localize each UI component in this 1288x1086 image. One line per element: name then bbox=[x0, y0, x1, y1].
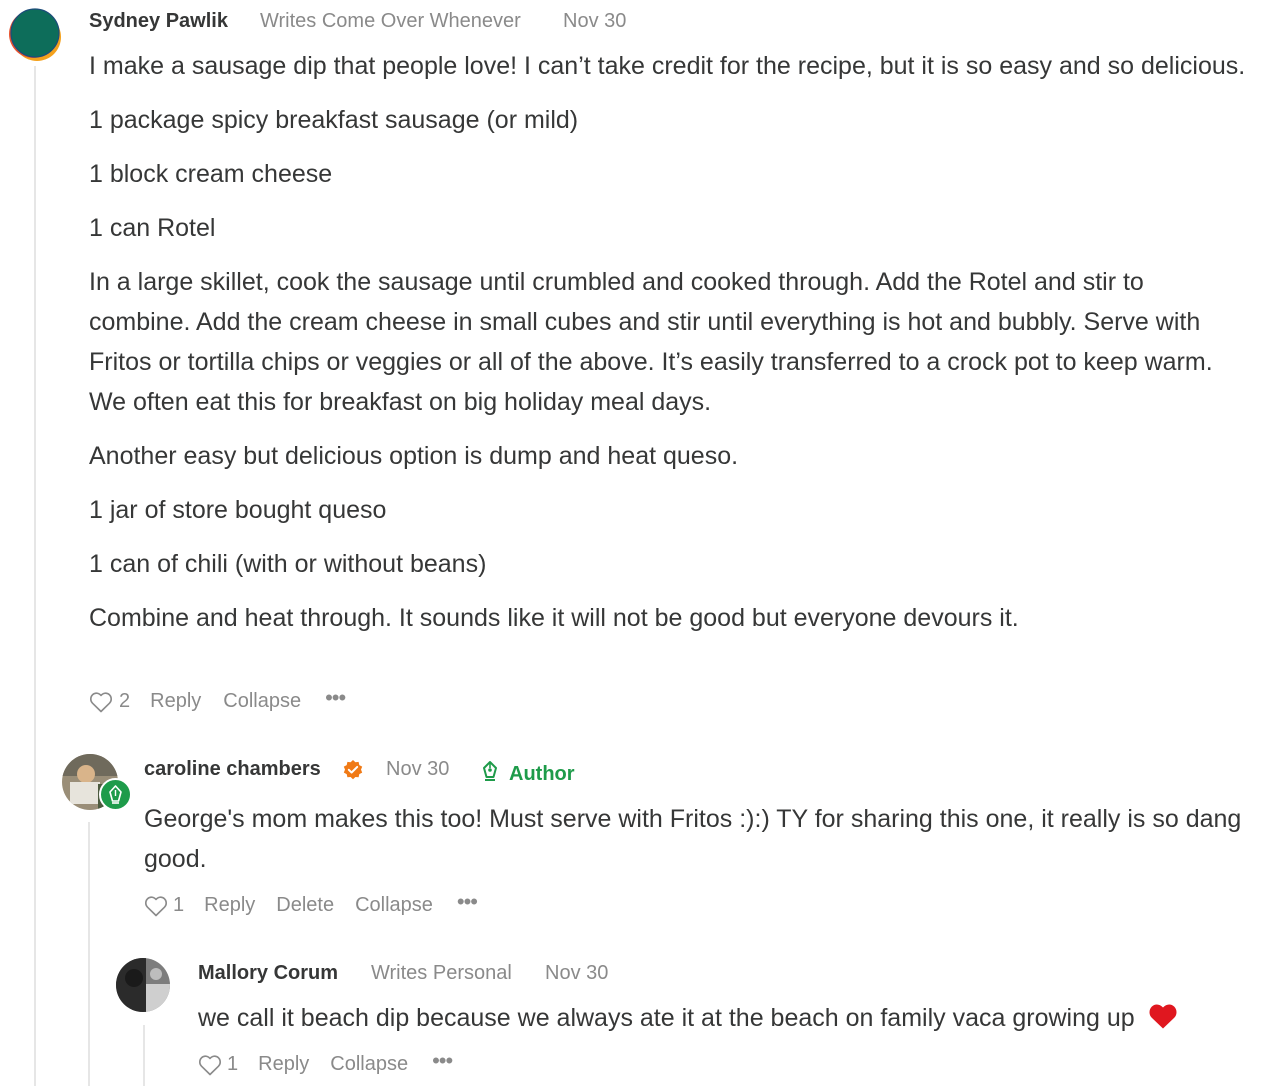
comment-paragraph: George's mom makes this too! Must serve … bbox=[144, 805, 1242, 873]
comment-paragraph: Another easy but delicious option is dum… bbox=[89, 442, 739, 470]
comment-body: we call it beach dip because we always a… bbox=[198, 998, 1278, 1038]
like-button[interactable]: 2 bbox=[89, 690, 130, 713]
avatar-image bbox=[116, 958, 170, 1012]
like-button[interactable]: 1 bbox=[198, 1053, 238, 1076]
comment-author[interactable]: caroline chambers bbox=[144, 758, 321, 781]
heart-icon bbox=[198, 1054, 222, 1075]
red-heart-icon bbox=[1149, 1004, 1177, 1029]
comment-paragraph: 1 can of chili (with or without beans) bbox=[89, 550, 487, 578]
verified-icon bbox=[342, 759, 364, 781]
collapse-button[interactable]: Collapse bbox=[223, 690, 301, 713]
comment-date[interactable]: Nov 30 bbox=[386, 758, 449, 781]
comment-paragraph: In a large skillet, cook the sausage unt… bbox=[89, 268, 1213, 416]
comment-date[interactable]: Nov 30 bbox=[545, 962, 608, 985]
collapse-button[interactable]: Collapse bbox=[355, 894, 433, 917]
author-publication[interactable]: Writes Personal bbox=[371, 962, 512, 985]
like-count: 2 bbox=[119, 690, 131, 712]
more-options-icon[interactable]: ••• bbox=[457, 890, 478, 913]
avatar[interactable] bbox=[116, 958, 170, 1012]
like-count: 1 bbox=[227, 1053, 239, 1075]
comment-paragraph: Combine and heat through. It sounds like… bbox=[89, 604, 1019, 632]
author-publication[interactable]: Writes Come Over Whenever bbox=[260, 10, 521, 33]
reply-button[interactable]: Reply bbox=[150, 690, 201, 713]
pen-nib-icon bbox=[109, 785, 122, 804]
delete-button[interactable]: Delete bbox=[276, 894, 334, 917]
more-options-icon[interactable]: ••• bbox=[325, 686, 346, 709]
comment-body: I make a sausage dip that people love! I… bbox=[89, 46, 1249, 638]
collapse-button[interactable]: Collapse bbox=[330, 1053, 408, 1076]
avatar[interactable] bbox=[8, 6, 62, 62]
thread-line bbox=[143, 1025, 145, 1086]
comment-actions: 1 Reply Delete Collapse ••• bbox=[144, 890, 478, 917]
like-button[interactable]: 1 bbox=[144, 894, 184, 917]
comment-author[interactable]: Mallory Corum bbox=[198, 962, 338, 985]
author-badge-label: Author bbox=[509, 762, 575, 785]
heart-icon bbox=[89, 691, 113, 712]
pen-nib-icon bbox=[483, 761, 497, 781]
comment-paragraph: 1 package spicy breakfast sausage (or mi… bbox=[89, 106, 579, 134]
comment-actions: 1 Reply Collapse ••• bbox=[198, 1049, 453, 1076]
comment-paragraph: 1 can Rotel bbox=[89, 214, 216, 242]
comment-author[interactable]: Sydney Pawlik bbox=[89, 10, 228, 33]
heart-icon bbox=[144, 895, 168, 916]
reply-button[interactable]: Reply bbox=[258, 1053, 309, 1076]
comment-actions: 2 Reply Collapse ••• bbox=[89, 686, 346, 713]
comment-paragraph: 1 jar of store bought queso bbox=[89, 496, 387, 524]
comment-paragraph: we call it beach dip because we always a… bbox=[198, 1004, 1135, 1032]
author-badge: Author bbox=[480, 758, 575, 785]
avatar-image bbox=[9, 8, 61, 61]
reply-button[interactable]: Reply bbox=[204, 894, 255, 917]
thread-line bbox=[88, 822, 90, 1086]
comment-body: George's mom makes this too! Must serve … bbox=[144, 799, 1249, 879]
thread-line bbox=[34, 66, 36, 1086]
comment-paragraph: 1 block cream cheese bbox=[89, 160, 333, 188]
more-options-icon[interactable]: ••• bbox=[432, 1049, 453, 1072]
author-badge-icon bbox=[99, 778, 132, 811]
comment-date[interactable]: Nov 30 bbox=[563, 10, 626, 33]
like-count: 1 bbox=[173, 894, 185, 916]
comment-paragraph: I make a sausage dip that people love! I… bbox=[89, 52, 1246, 80]
